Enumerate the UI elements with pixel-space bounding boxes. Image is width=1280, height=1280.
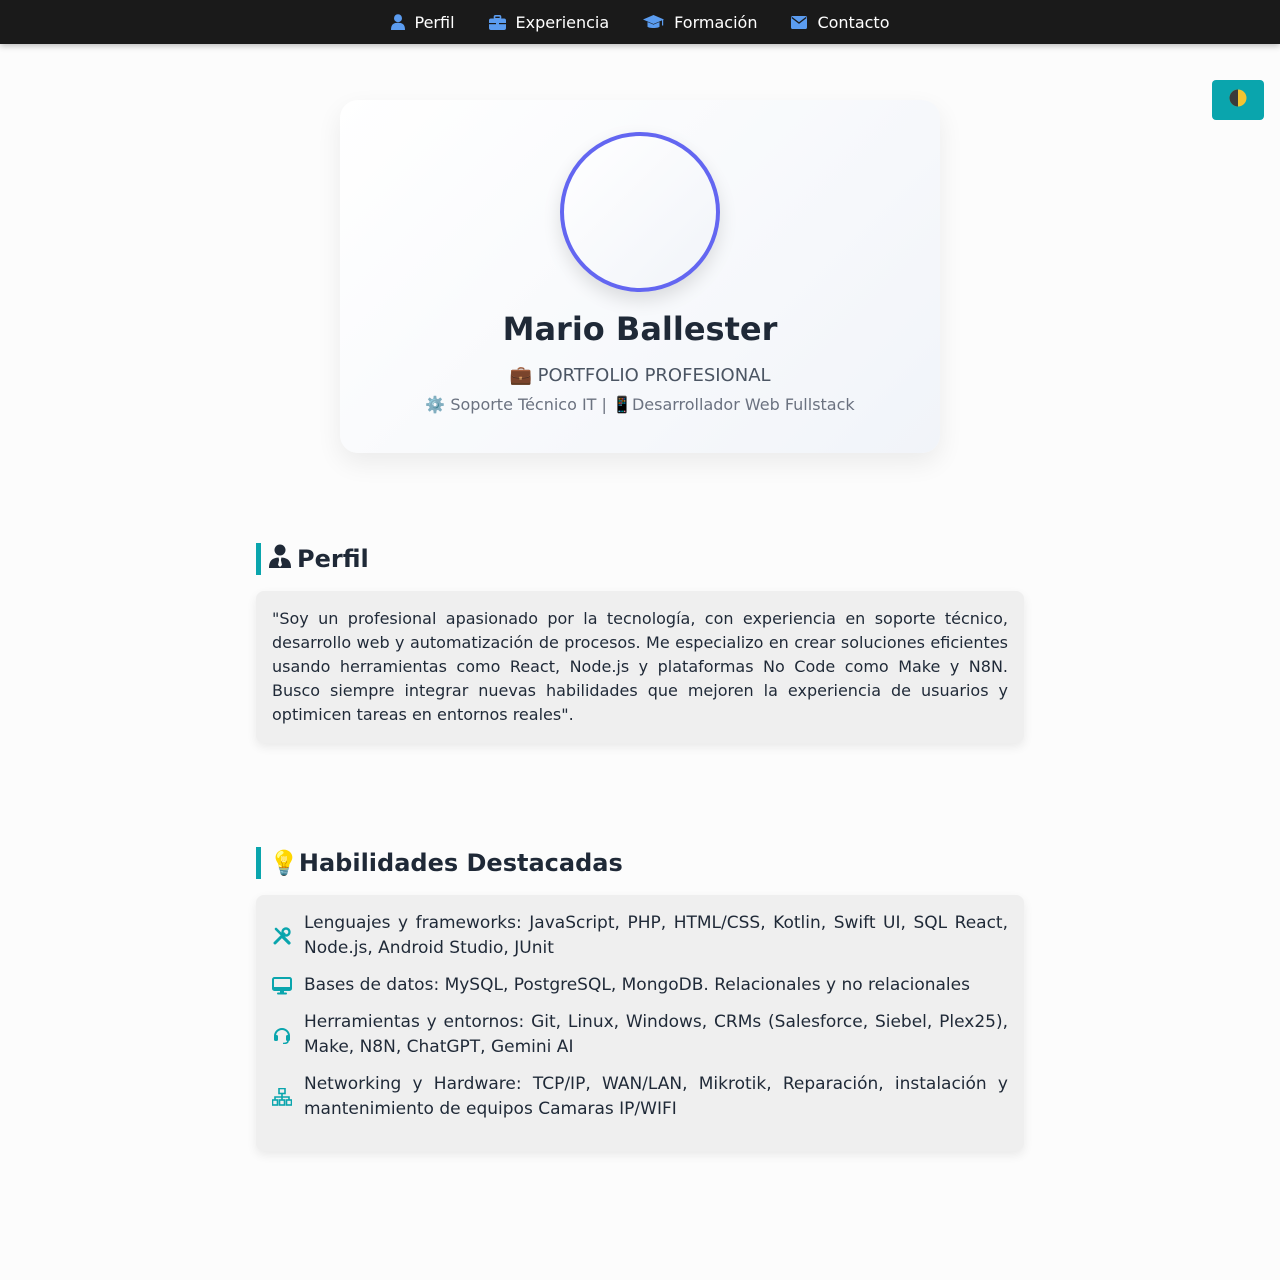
section-title-text: Perfil bbox=[297, 545, 369, 573]
nav-label: Perfil bbox=[414, 12, 455, 32]
avatar bbox=[560, 132, 720, 292]
skill-text: Bases de datos: MySQL, PostgreSQL, Mongo… bbox=[304, 975, 970, 995]
nav-link-experiencia[interactable]: Experiencia bbox=[488, 12, 610, 32]
list-item: Bases de datos: MySQL, PostgreSQL, Mongo… bbox=[272, 973, 1008, 998]
tools-icon bbox=[272, 927, 292, 945]
nav-link-perfil[interactable]: Perfil bbox=[390, 12, 455, 32]
nav-link-contacto[interactable]: Contacto bbox=[791, 12, 890, 32]
section-title-habilidades: 💡Habilidades Destacadas bbox=[256, 847, 623, 879]
list-item: Herramientas y entornos: Git, Linux, Win… bbox=[272, 1010, 1008, 1060]
section-title-text: 💡Habilidades Destacadas bbox=[269, 849, 623, 877]
user-icon bbox=[390, 14, 405, 30]
briefcase-icon bbox=[488, 14, 506, 30]
nav-link-formacion[interactable]: Formación bbox=[643, 13, 757, 32]
skill-text: Herramientas y entornos: Git, Linux, Win… bbox=[304, 1012, 1008, 1057]
profile-card: "Soy un profesional apasionado por la te… bbox=[256, 591, 1024, 743]
list-item: Networking y Hardware: TCP/IP, WAN/LAN, … bbox=[272, 1072, 1008, 1122]
profile-text: "Soy un profesional apasionado por la te… bbox=[272, 609, 1008, 724]
nav-label: Experiencia bbox=[515, 12, 610, 32]
headset-icon bbox=[272, 1026, 292, 1044]
nav-label: Formación bbox=[674, 12, 758, 32]
user-tie-icon bbox=[269, 544, 291, 574]
network-icon bbox=[272, 1088, 292, 1106]
graduation-cap-icon bbox=[643, 14, 665, 30]
section-title-perfil: Perfil bbox=[256, 543, 369, 575]
desktop-icon bbox=[272, 976, 292, 995]
hero-name: Mario Ballester bbox=[502, 310, 778, 348]
nav-label: Contacto bbox=[817, 12, 890, 32]
top-navbar: Perfil Experiencia Formación Contacto bbox=[0, 0, 1280, 44]
skill-text: Networking y Hardware: TCP/IP, WAN/LAN, … bbox=[304, 1074, 1008, 1119]
skill-text: Lenguajes y frameworks: JavaScript, PHP,… bbox=[304, 913, 1008, 958]
skills-card: Lenguajes y frameworks: JavaScript, PHP,… bbox=[256, 895, 1024, 1151]
list-item: Lenguajes y frameworks: JavaScript, PHP,… bbox=[272, 911, 1008, 961]
half-moon-icon bbox=[1229, 89, 1247, 111]
hero-subtitle: 💼 PORTFOLIO PROFESIONAL bbox=[509, 365, 771, 386]
hero-card: Mario Ballester 💼 PORTFOLIO PROFESIONAL … bbox=[340, 100, 940, 453]
hero-roles: ⚙️ Soporte Técnico IT | 📱Desarrollador W… bbox=[425, 395, 855, 414]
theme-toggle-button[interactable] bbox=[1212, 80, 1264, 120]
envelope-icon bbox=[791, 15, 808, 29]
